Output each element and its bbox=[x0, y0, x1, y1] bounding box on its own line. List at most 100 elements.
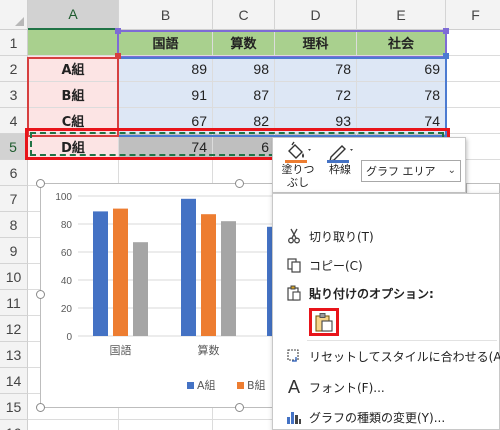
column-header-f[interactable]: F bbox=[446, 0, 500, 30]
chart-element-value: グラフ エリア bbox=[366, 165, 436, 178]
chart-type-icon bbox=[285, 408, 303, 426]
cell-group-name[interactable]: A組 bbox=[28, 56, 119, 82]
cell-score[interactable]: 74 bbox=[357, 108, 446, 134]
cell-score[interactable]: 78 bbox=[357, 82, 446, 108]
menu-item-copy[interactable]: コピー(C) bbox=[273, 253, 500, 277]
bar-C組-国語[interactable] bbox=[133, 242, 148, 336]
cell-header-subject[interactable]: 国語 bbox=[119, 30, 213, 56]
select-all-triangle-icon bbox=[15, 17, 24, 26]
column-header-a[interactable]: A bbox=[28, 0, 119, 30]
chart-resize-handle[interactable] bbox=[235, 403, 244, 412]
menu-item-cut[interactable]: 切り取り(T) bbox=[273, 224, 500, 248]
cell-score[interactable]: 72 bbox=[275, 82, 357, 108]
legend-swatch bbox=[187, 382, 194, 389]
menu-label-cut: 切り取り(T) bbox=[309, 229, 374, 244]
clipboard-icon bbox=[285, 284, 303, 302]
cell-empty[interactable] bbox=[28, 420, 119, 430]
column-header-d[interactable]: D bbox=[275, 0, 357, 30]
outline-label: 枠線 bbox=[329, 163, 351, 176]
menu-item-reset-style[interactable]: リセットしてスタイルに合わせる(A) bbox=[273, 344, 500, 368]
cell-score[interactable]: 98 bbox=[213, 56, 275, 82]
row-header-11[interactable]: 11 bbox=[0, 290, 28, 316]
bar-C組-算数[interactable] bbox=[221, 221, 236, 336]
row-header-3[interactable]: 3 bbox=[0, 82, 28, 108]
menu-item-change-chart-type[interactable]: グラフの種類の変更(Y)... bbox=[273, 405, 500, 429]
cell-empty[interactable] bbox=[119, 420, 213, 430]
row-header-13[interactable]: 13 bbox=[0, 342, 28, 368]
legend-swatch bbox=[237, 382, 244, 389]
x-category-label: 国語 bbox=[110, 343, 132, 357]
row-header-4[interactable]: 4 bbox=[0, 108, 28, 134]
context-menu: 切り取り(T) コピー(C) 貼り付けのオプション: リセットしてスタイルに合わ… bbox=[272, 193, 500, 430]
cell-score[interactable]: 89 bbox=[119, 56, 213, 82]
cell-score[interactable]: 91 bbox=[119, 82, 213, 108]
chart-element-select[interactable]: グラフ エリア ⌄ bbox=[361, 160, 461, 182]
row-header-15[interactable]: 15 bbox=[0, 394, 28, 420]
menu-label-paste-options: 貼り付けのオプション: bbox=[309, 286, 434, 301]
row-header-2[interactable]: 2 bbox=[0, 56, 28, 82]
cell-empty[interactable] bbox=[446, 82, 500, 108]
cell-empty[interactable] bbox=[446, 56, 500, 82]
cell-empty[interactable] bbox=[213, 420, 275, 430]
chart-plot: 020406080100国語算数A組B組C組 bbox=[55, 192, 307, 392]
chart-resize-handle[interactable] bbox=[36, 403, 45, 412]
y-tick-label: 20 bbox=[61, 304, 73, 315]
bar-B組-算数[interactable] bbox=[201, 214, 216, 336]
copy-icon bbox=[285, 256, 303, 274]
cell-empty[interactable] bbox=[446, 30, 500, 56]
cell-score[interactable]: 93 bbox=[275, 108, 357, 134]
row-header-7[interactable]: 7 bbox=[0, 186, 28, 212]
row-header-12[interactable]: 12 bbox=[0, 316, 28, 342]
cell-group-name[interactable]: B組 bbox=[28, 82, 119, 108]
cell-score[interactable]: 78 bbox=[275, 56, 357, 82]
bar-A組-算数[interactable] bbox=[181, 198, 196, 336]
menu-label-change-chart-type: グラフの種類の変更(Y)... bbox=[309, 410, 446, 425]
menu-item-paste-options: 貼り付けのオプション: bbox=[273, 281, 500, 305]
scissors-icon bbox=[285, 227, 303, 245]
cell-score[interactable]: 67 bbox=[119, 108, 213, 134]
fill-button[interactable]: 塗りつ ぶし bbox=[279, 141, 317, 191]
menu-separator bbox=[307, 340, 497, 341]
bar-chart[interactable]: 020406080100国語算数A組B組C組 bbox=[40, 183, 307, 408]
cell-group-name[interactable]: D組 bbox=[28, 134, 119, 160]
outline-button[interactable]: 枠線 bbox=[321, 141, 359, 191]
column-header-c[interactable]: C bbox=[213, 0, 275, 30]
bar-A組-国語[interactable] bbox=[93, 211, 108, 336]
row-header-10[interactable]: 10 bbox=[0, 264, 28, 290]
row-header-14[interactable]: 14 bbox=[0, 368, 28, 394]
fill-label-line1: 塗りつ bbox=[281, 163, 315, 176]
row-header-9[interactable]: 9 bbox=[0, 238, 28, 264]
chart-resize-handle[interactable] bbox=[36, 290, 45, 299]
menu-label-reset-style: リセットしてスタイルに合わせる(A) bbox=[309, 349, 500, 364]
chart-resize-handle[interactable] bbox=[36, 179, 45, 188]
column-header-b[interactable]: B bbox=[119, 0, 213, 30]
cell-score[interactable]: 6 bbox=[213, 134, 275, 160]
cell-header-corner[interactable] bbox=[28, 30, 119, 56]
cell-score[interactable]: 87 bbox=[213, 82, 275, 108]
paste-option-button[interactable] bbox=[309, 308, 339, 336]
y-tick-label: 40 bbox=[61, 276, 73, 287]
y-tick-label: 60 bbox=[61, 248, 73, 259]
menu-label-font: フォント(F)... bbox=[309, 380, 385, 395]
chart-resize-handle[interactable] bbox=[235, 179, 244, 188]
row-header-16[interactable]: 16 bbox=[0, 420, 28, 430]
y-tick-label: 100 bbox=[55, 192, 72, 203]
cell-header-subject[interactable]: 社会 bbox=[357, 30, 446, 56]
cell-score[interactable]: 69 bbox=[357, 56, 446, 82]
row-header-5[interactable]: 5 bbox=[0, 134, 28, 160]
row-header-6[interactable]: 6 bbox=[0, 160, 28, 186]
row-header-8[interactable]: 8 bbox=[0, 212, 28, 238]
fill-label-line2: ぶし bbox=[287, 176, 309, 189]
cell-score[interactable]: 74 bbox=[119, 134, 213, 160]
column-header-e[interactable]: E bbox=[357, 0, 446, 30]
cell-score[interactable]: 82 bbox=[213, 108, 275, 134]
cell-empty[interactable] bbox=[446, 108, 500, 134]
legend-label: B組 bbox=[247, 379, 266, 392]
row-header-1[interactable]: 1 bbox=[0, 30, 28, 56]
cell-group-name[interactable]: C組 bbox=[28, 108, 119, 134]
cell-header-subject[interactable]: 算数 bbox=[213, 30, 275, 56]
menu-item-font[interactable]: A フォント(F)... bbox=[273, 375, 500, 399]
cell-header-subject[interactable]: 理科 bbox=[275, 30, 357, 56]
bar-B組-国語[interactable] bbox=[113, 208, 128, 336]
select-all-corner[interactable] bbox=[0, 0, 28, 30]
